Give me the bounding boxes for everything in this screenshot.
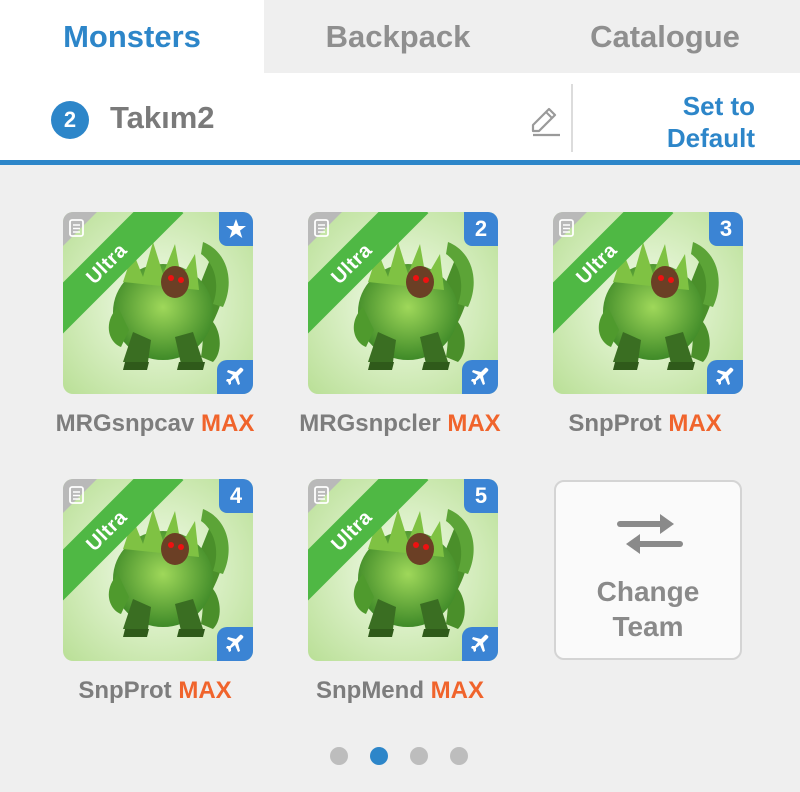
monster-level-max: MAX [668,410,722,437]
page-dot[interactable] [410,747,428,765]
info-doc-icon[interactable] [313,218,331,238]
monster-card[interactable]: Ultra 2 [308,212,498,394]
slot-number-badge: 3 [709,212,743,246]
monster-card[interactable]: Ultra 3 [553,212,743,394]
monster-level-max: MAX [201,410,255,437]
pencil-edit-icon[interactable] [527,104,563,138]
tab-bar: Monsters Backpack Catalogue [0,0,800,73]
slot-number: 4 [229,483,243,508]
monster-name-text: SnpProt [78,677,172,704]
slot-number-badge: 5 [464,479,498,513]
travel-badge[interactable] [217,360,253,394]
airplane-icon [471,634,489,652]
info-doc-icon[interactable] [68,218,86,238]
travel-badge[interactable] [707,360,743,394]
leader-star-badge [219,212,253,246]
airplane-icon [226,367,244,385]
slot-number: 5 [474,483,488,508]
monster-name: MRGsnpcav MAX [35,410,275,438]
monster-name: SnpProt MAX [35,677,275,705]
monster-card[interactable]: Ultra 5 [308,479,498,661]
set-default-line2: Default [666,123,755,153]
page-dot[interactable] [450,747,468,765]
swap-arrows-icon [617,514,683,554]
set-default-line1: Set to [682,91,755,121]
monster-name-text: SnpMend [315,677,424,704]
tab-catalogue[interactable]: Catalogue [532,0,798,73]
slot-number: 3 [719,216,733,241]
page-indicator [330,747,468,765]
change-team-button[interactable]: Change Team [554,480,742,660]
slot-number-badge: 4 [219,479,253,513]
info-doc-icon[interactable] [558,218,576,238]
monster-name: SnpProt MAX [525,410,765,438]
monster-name-text: SnpProt [568,410,662,437]
monster-card[interactable]: Ultra 4 [63,479,253,661]
slot-number: 2 [474,216,488,241]
tab-monsters[interactable]: Monsters [0,0,264,73]
travel-badge[interactable] [462,627,498,661]
airplane-icon [471,367,489,385]
travel-badge[interactable] [462,360,498,394]
team-number-badge: 2 [51,101,89,139]
page-dot[interactable] [330,747,348,765]
monster-level-max: MAX [178,677,232,704]
info-doc-icon[interactable] [313,485,331,505]
monster-name: MRGsnpcler MAX [280,410,520,438]
monster-level-max: MAX [430,677,484,704]
slot-number-badge: 2 [464,212,498,246]
airplane-icon [716,367,734,385]
team-name: Takım2 [110,100,215,135]
travel-badge[interactable] [217,627,253,661]
monster-name-text: MRGsnpcav [55,410,195,437]
header-divider [571,84,573,152]
info-doc-icon[interactable] [68,485,86,505]
monster-level-max: MAX [447,410,501,437]
monster-name: SnpMend MAX [280,677,520,705]
set-to-default-button[interactable]: Set to Default [630,90,755,154]
monster-card[interactable]: Ultra [63,212,253,394]
team-header-underline [0,160,800,165]
page-dot[interactable] [370,747,388,765]
change-team-label: Change Team [596,576,700,642]
airplane-icon [226,634,244,652]
tab-backpack[interactable]: Backpack [264,0,532,73]
star-icon [226,219,246,238]
monster-name-text: MRGsnpcler [299,410,441,437]
